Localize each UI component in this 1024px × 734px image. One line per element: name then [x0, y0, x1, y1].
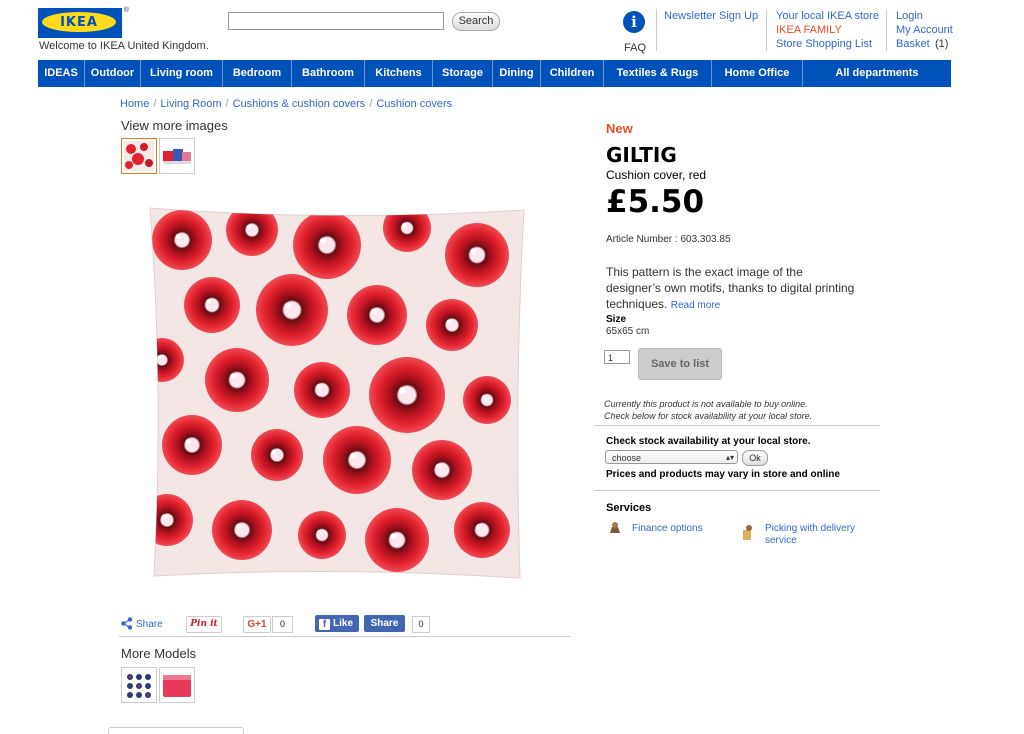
login-link[interactable]: Login	[896, 9, 923, 23]
facebook-like-button[interactable]: f Like	[315, 615, 359, 632]
breadcrumb: Home / Living Room / Cushions & cushion cove…	[120, 98, 453, 110]
nav-item-bathroom[interactable]: Bathroom	[292, 60, 365, 87]
view-more-images-title: View more images	[121, 118, 228, 133]
facebook-icon: f	[319, 619, 330, 630]
product-description: This pattern is the exact image of the d…	[606, 264, 856, 314]
availability-line-1: Currently this product is not available …	[604, 399, 808, 409]
search-input[interactable]	[228, 12, 444, 30]
my-account-link[interactable]: My Account	[896, 23, 953, 37]
registered-mark: ®	[123, 7, 129, 14]
product-image[interactable]	[142, 200, 532, 585]
prices-note: Prices and products may vary in store an…	[606, 469, 840, 480]
product-name: GILTIG	[606, 143, 677, 167]
new-badge: New	[606, 121, 633, 136]
google-plus-count: 0	[272, 616, 293, 633]
ok-button[interactable]: Ok	[742, 450, 768, 466]
more-models-title: More Models	[121, 646, 197, 661]
local-store-link[interactable]: Your local IKEA store	[776, 9, 879, 23]
product-price: £5.50	[606, 184, 705, 220]
nav-item-ideas[interactable]: IDEAS	[38, 60, 85, 87]
article-number: Article Number : 603.303.85	[606, 234, 731, 245]
ikea-family-link[interactable]: IKEA FAMILY	[776, 23, 842, 37]
breadcrumb-home[interactable]: Home	[120, 98, 149, 110]
welcome-text: Welcome to IKEA United Kingdom.	[39, 40, 209, 52]
pinterest-button[interactable]: Pin it	[186, 616, 222, 633]
picking-delivery-link[interactable]: Picking with delivery service	[765, 523, 855, 547]
search-button[interactable]: Search	[452, 12, 500, 31]
size-value: 65x65 cm	[606, 326, 650, 337]
main-nav: IDEAS Outdoor Living room Bedroom Bathro…	[38, 60, 951, 87]
store-select-value: choose	[612, 453, 642, 463]
nav-item-all-departments[interactable]: All departments	[803, 60, 951, 87]
nav-item-home-office[interactable]: Home Office	[712, 60, 803, 87]
faq-link[interactable]: FAQ	[624, 42, 646, 54]
divider	[594, 490, 880, 491]
divider	[119, 636, 570, 637]
nav-item-dining[interactable]: Dining	[493, 60, 541, 87]
nav-item-storage[interactable]: Storage	[433, 60, 493, 87]
thumbnail-1[interactable]	[121, 138, 157, 174]
share-link[interactable]: Share	[136, 619, 163, 630]
facebook-share-count: 0	[412, 616, 430, 633]
google-plus-button[interactable]: G+1	[243, 616, 271, 633]
availability-line-2: Check below for stock availability at yo…	[604, 411, 813, 421]
logo-text: IKEA	[60, 15, 98, 30]
save-to-list-button[interactable]: Save to list	[638, 348, 722, 380]
select-arrows-icon: ▴▾	[725, 453, 734, 462]
share-icon[interactable]	[121, 617, 133, 633]
nav-item-bedroom[interactable]: Bedroom	[223, 60, 292, 87]
size-label: Size	[606, 314, 627, 325]
description-text: This pattern is the exact image of the d…	[606, 265, 855, 311]
nav-item-outdoor[interactable]: Outdoor	[85, 60, 141, 87]
basket-link[interactable]: Basket	[896, 37, 930, 51]
nav-item-textiles-rugs[interactable]: Textiles & Rugs	[604, 60, 712, 87]
finance-options-link[interactable]: Finance options	[632, 523, 703, 535]
model-thumbnail-1[interactable]	[121, 667, 157, 703]
quantity-input[interactable]: 1	[604, 350, 630, 364]
store-shopping-list-link[interactable]: Store Shopping List	[776, 37, 872, 51]
product-type: Cushion cover, red	[606, 168, 707, 182]
store-select[interactable]: choose ▴▾	[605, 450, 738, 464]
model-thumbnail-2[interactable]	[159, 667, 195, 703]
breadcrumb-cushions[interactable]: Cushions & cushion covers	[233, 98, 366, 110]
finance-icon	[608, 520, 622, 539]
ikea-logo[interactable]: IKEA ®	[38, 7, 129, 38]
info-icon[interactable]: i	[623, 11, 645, 33]
picking-line-1[interactable]: Picking with delivery	[765, 523, 855, 535]
header-divider	[886, 9, 887, 51]
picking-line-2[interactable]: service	[765, 535, 855, 547]
availability-note: Currently this product is not available …	[604, 398, 812, 422]
breadcrumb-cushion-covers[interactable]: Cushion covers	[376, 98, 452, 110]
picking-delivery-icon	[741, 524, 755, 547]
services-title: Services	[606, 502, 652, 514]
header-divider	[656, 9, 657, 51]
nav-item-kitchens[interactable]: Kitchens	[365, 60, 433, 87]
newsletter-link[interactable]: Newsletter Sign Up	[664, 9, 758, 23]
divider	[594, 425, 880, 426]
nav-item-children[interactable]: Children	[541, 60, 604, 87]
stock-check-title: Check stock availability at your local s…	[606, 436, 811, 447]
breadcrumb-living-room[interactable]: Living Room	[160, 98, 221, 110]
basket-count: (1)	[935, 38, 949, 50]
nav-item-living-room[interactable]: Living room	[141, 60, 223, 87]
header-divider	[766, 9, 767, 51]
facebook-like-label: Like	[333, 618, 354, 629]
thumbnail-2[interactable]	[159, 138, 195, 174]
read-more-link[interactable]: Read more	[671, 300, 720, 311]
facebook-share-button[interactable]: Share	[364, 615, 405, 632]
